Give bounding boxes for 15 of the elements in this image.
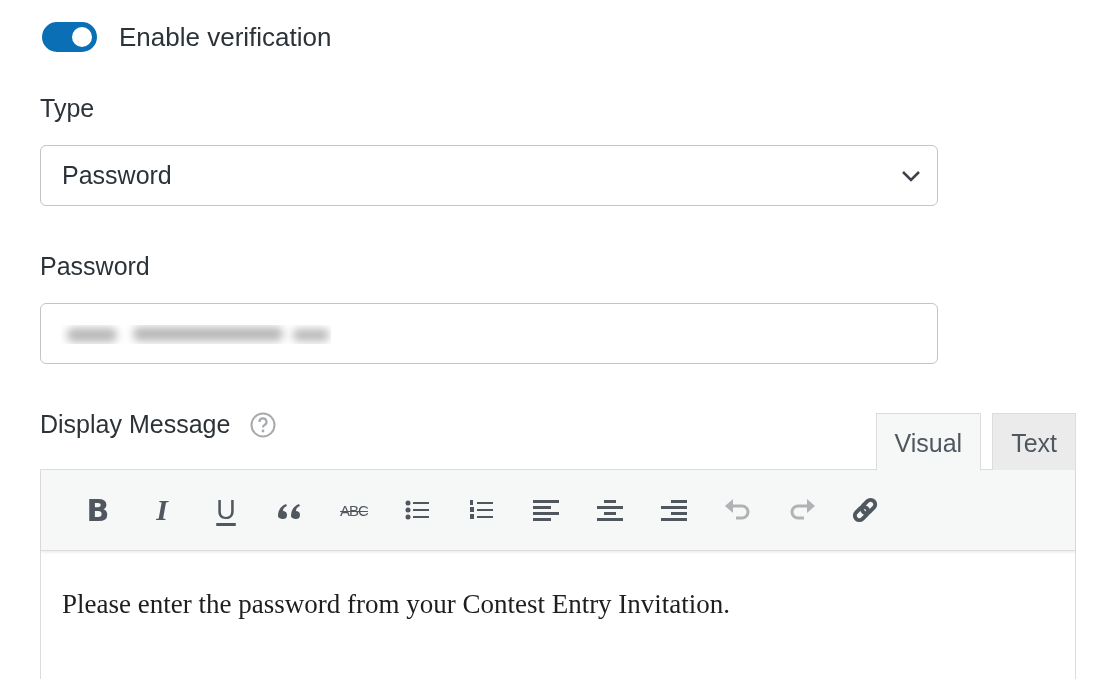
- editor-tab[interactable]: Text: [992, 412, 1076, 470]
- field-label: Display Message: [40, 410, 231, 439]
- underline-button[interactable]: U: [194, 488, 258, 532]
- field-label: Type: [40, 94, 96, 123]
- chevron-down-icon: [901, 169, 921, 182]
- editor-tab[interactable]: Visual: [875, 412, 982, 471]
- toggle-switch[interactable]: [42, 22, 97, 52]
- toggle-label: Enable verification: [119, 21, 332, 53]
- message-text[interactable]: Please enter the password from your Contest Entry Invitation.: [41, 551, 1075, 658]
- bold-button[interactable]: B: [66, 488, 130, 532]
- password-field[interactable]: [40, 303, 938, 364]
- italic-button[interactable]: I: [130, 488, 194, 532]
- type-select[interactable]: Password: [40, 145, 938, 206]
- strikethrough-button[interactable]: ABC: [322, 488, 386, 532]
- field-label: Password: [40, 252, 151, 281]
